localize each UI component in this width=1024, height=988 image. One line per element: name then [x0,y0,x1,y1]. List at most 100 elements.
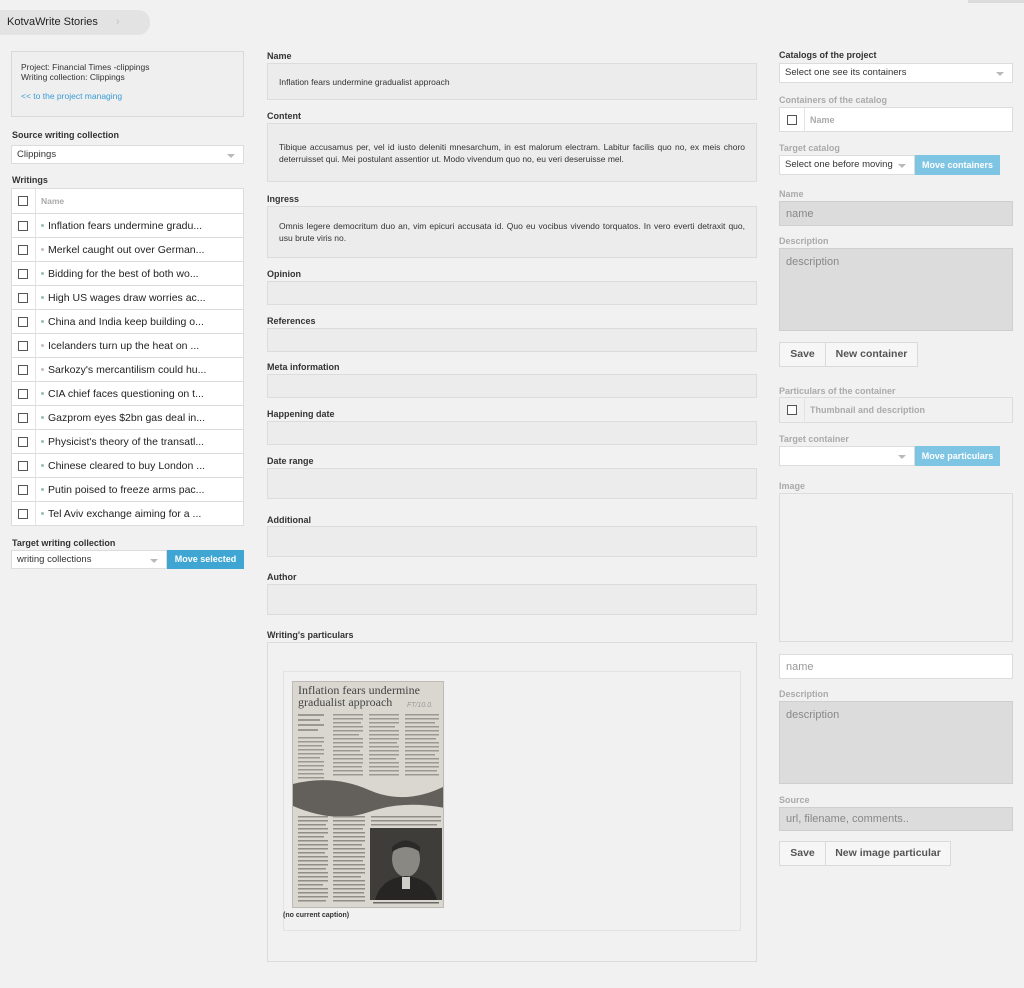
move-selected-button[interactable]: Move selected [167,550,244,569]
breadcrumb-app[interactable]: KotvaWrite Stories [7,16,98,28]
save-container-button[interactable]: Save [779,342,826,367]
writing-title[interactable]: Inflation fears undermine gradu... [48,220,202,232]
table-row[interactable]: Inflation fears undermine gradu... [12,213,243,238]
save-image-button[interactable]: Save [779,841,826,866]
container-name-input[interactable]: name [779,201,1013,226]
row-checkbox[interactable] [18,460,28,471]
writing-title[interactable]: Icelanders turn up the heat on ... [48,340,199,352]
writing-title[interactable]: Chinese cleared to buy London ... [48,460,205,472]
writing-title[interactable]: China and India keep building o... [48,316,204,328]
status-dot [41,344,44,347]
writing-title[interactable]: CIA chief faces questioning on t... [48,388,204,400]
status-dot [41,512,44,515]
clipping-headline-line2: gradualist approach [298,695,392,709]
select-all-containers-checkbox[interactable] [787,114,797,125]
content-field[interactable]: Tibique accusamus per, vel id iusto dele… [267,123,757,182]
name-field[interactable]: Inflation fears undermine gradualist app… [267,63,757,100]
table-row[interactable]: Sarkozy's mercantilism could hu... [12,357,243,382]
author-label: Author [267,572,297,582]
table-row[interactable]: CIA chief faces questioning on t... [12,381,243,406]
top-right-tab [968,0,1024,3]
row-checkbox[interactable] [18,292,28,303]
references-label: References [267,316,316,326]
new-container-button[interactable]: New container [825,342,918,367]
image-name-input[interactable]: name [779,654,1013,679]
happening-date-label: Happening date [267,409,335,419]
new-image-particular-button[interactable]: New image particular [825,841,951,866]
content-label: Content [267,111,301,121]
column-divider [35,501,36,526]
row-checkbox[interactable] [18,244,28,255]
writing-title[interactable]: Bidding for the best of both wo... [48,268,199,280]
image-description-input[interactable]: description [779,701,1013,784]
ingress-field[interactable]: Omnis legere democritum duo an, vim epic… [267,206,757,258]
table-row[interactable]: Tel Aviv exchange aiming for a ... [12,501,243,526]
target-catalog-label: Target catalog [779,143,840,153]
column-divider [35,453,36,478]
container-description-input[interactable]: description [779,248,1013,331]
catalogs-label: Catalogs of the project [779,50,877,60]
table-row[interactable]: Chinese cleared to buy London ... [12,453,243,478]
row-checkbox[interactable] [18,436,28,447]
writing-title[interactable]: High US wages draw worries ac... [48,292,206,304]
content-value: Tibique accusamus per, vel id iusto dele… [279,141,745,164]
references-field[interactable] [267,328,757,352]
particulars-container-label: Particulars of the container [779,386,896,396]
table-row[interactable]: Bidding for the best of both wo... [12,261,243,286]
catalogs-select[interactable]: Select one see its containers [779,63,1013,83]
breadcrumb[interactable]: KotvaWrite Stories › [0,10,150,35]
happening-date-field[interactable] [267,421,757,445]
select-all-particulars-checkbox[interactable] [787,405,797,415]
table-row[interactable]: Icelanders turn up the heat on ... [12,333,243,358]
row-checkbox[interactable] [18,268,28,279]
source-collection-select[interactable]: Clippings [11,145,244,164]
target-catalog-value: Select one before moving [785,159,893,170]
column-divider [35,237,36,262]
row-checkbox[interactable] [18,220,28,231]
column-divider [35,213,36,238]
move-particulars-button[interactable]: Move particulars [915,446,1000,466]
table-row[interactable]: Putin poised to freeze arms pac... [12,477,243,502]
writing-title[interactable]: Physicist's theory of the transatl... [48,436,204,448]
status-dot [41,368,44,371]
table-row[interactable]: High US wages draw worries ac... [12,285,243,310]
table-row[interactable]: Physicist's theory of the transatl... [12,429,243,454]
writing-title[interactable]: Putin poised to freeze arms pac... [48,484,204,496]
writing-title[interactable]: Sarkozy's mercantilism could hu... [48,364,206,376]
opinion-label: Opinion [267,269,301,279]
column-divider [35,381,36,406]
target-collection-select[interactable]: writing collections [11,550,167,569]
row-checkbox[interactable] [18,388,28,399]
additional-label: Additional [267,515,311,525]
row-checkbox[interactable] [18,484,28,495]
row-checkbox[interactable] [18,364,28,375]
table-header: Thumbnail and description [780,397,1012,423]
row-checkbox[interactable] [18,412,28,423]
row-checkbox[interactable] [18,340,28,351]
table-row[interactable]: Merkel caught out over German... [12,237,243,262]
writing-title[interactable]: Gazprom eyes $2bn gas deal in... [48,412,205,424]
image-description-placeholder: description [786,709,840,721]
newspaper-clipping-image[interactable]: Inflation fears undermine gradualist app… [292,681,444,908]
row-checkbox[interactable] [18,508,28,519]
source-input[interactable]: url, filename, comments.. [779,807,1013,831]
table-row[interactable]: China and India keep building o... [12,309,243,334]
status-dot [41,296,44,299]
meta-information-field[interactable] [267,374,757,398]
row-checkbox[interactable] [18,316,28,327]
chevron-down-icon [227,154,235,158]
writing-title[interactable]: Merkel caught out over German... [48,244,204,256]
project-managing-link[interactable]: << to the project managing [21,91,234,101]
opinion-field[interactable] [267,281,757,305]
date-range-field[interactable] [267,468,757,499]
target-catalog-select[interactable]: Select one before moving [779,155,915,175]
project-info-box: Project: Financial Times -clippings Writ… [11,51,244,117]
target-container-select[interactable] [779,446,915,466]
move-containers-button[interactable]: Move containers [915,155,1000,175]
image-drop-area[interactable] [779,493,1013,642]
select-all-checkbox[interactable] [18,196,28,206]
table-row[interactable]: Gazprom eyes $2bn gas deal in... [12,405,243,430]
writing-title[interactable]: Tel Aviv exchange aiming for a ... [48,508,201,520]
author-field[interactable] [267,584,757,615]
additional-field[interactable] [267,526,757,557]
